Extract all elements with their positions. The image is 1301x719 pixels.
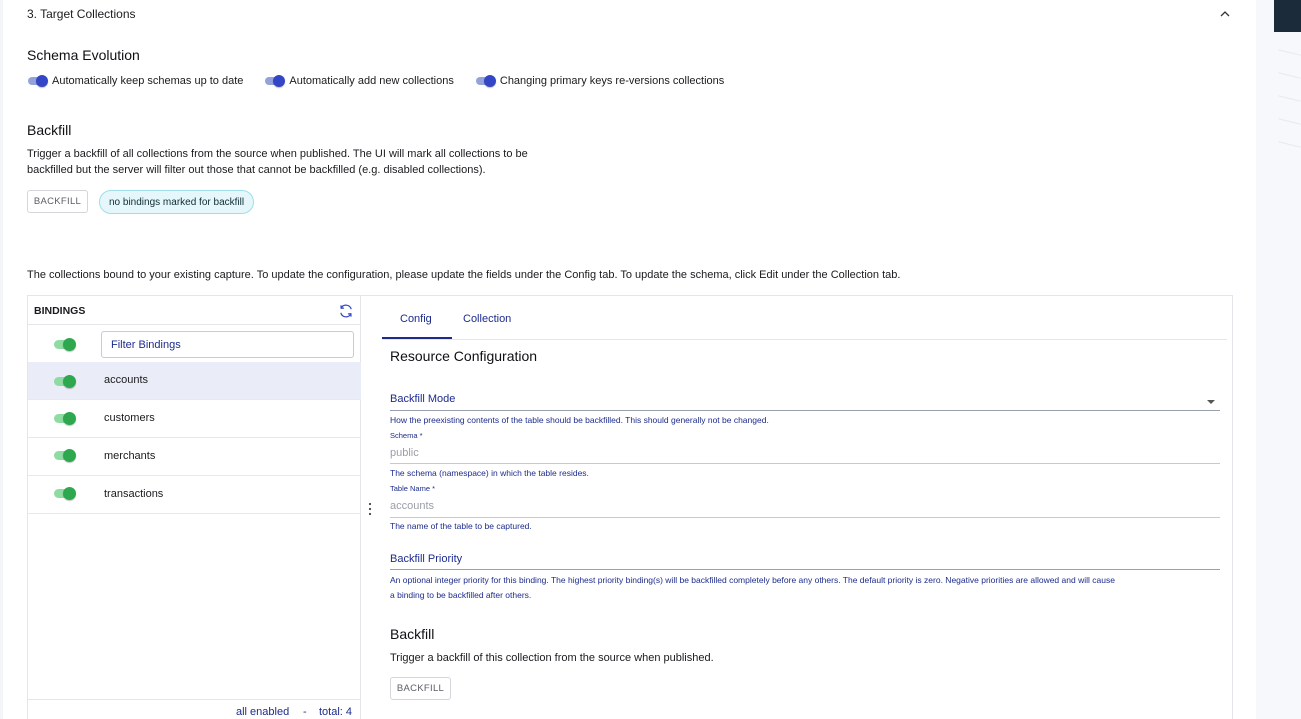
table-name-helper: The name of the table to be captured. [390,521,532,531]
toggle-all-bindings[interactable] [52,336,78,352]
schema-evolution-title: Schema Evolution [27,47,140,63]
schema-helper: The schema (namespace) in which the tabl… [390,468,589,478]
bindings-footer-separator: - [303,706,307,718]
schema-evolution-toggles: Automatically keep schemas up to date Au… [27,74,745,88]
refresh-icon[interactable] [338,303,354,319]
backfill-mode-label: Backfill Mode [390,393,456,405]
bindings-list-pane: BINDINGS accounts customers m [28,296,361,719]
binding-toggle-customers[interactable] [52,410,78,426]
binding-backfill-button[interactable]: BACKFILL [390,677,451,700]
rail-divider [1278,141,1301,148]
add-collections-toggle[interactable] [264,74,286,88]
bindings-title: BINDINGS [34,305,86,317]
resource-configuration-title: Resource Configuration [390,348,538,364]
filter-bindings-input[interactable] [101,331,354,358]
rail-divider [1278,49,1301,56]
backfill-mode-select[interactable] [390,410,1220,411]
backfill-priority-helper-line-2: a binding to be backfilled after others. [390,590,532,600]
backfill-description-line-1: Trigger a backfill of all collections fr… [27,148,528,160]
rail-divider [1278,95,1301,102]
rail-header-block [1274,0,1301,32]
binding-backfill-description: Trigger a backfill of this collection fr… [390,652,714,664]
table-name-label: Table Name * [390,484,436,493]
binding-row-accounts[interactable]: accounts [28,362,361,400]
bindings-panel: BINDINGS accounts customers m [27,295,1233,719]
chevron-up-icon[interactable] [1218,7,1232,21]
binding-backfill-title: Backfill [390,626,435,642]
backfill-description-line-2: backfilled but the server will filter ou… [27,164,486,176]
backfill-priority-helper-line-1: An optional integer priority for this bi… [390,575,1115,585]
bindings-footer-total: total: 4 [319,706,353,718]
backfill-status-chip: no bindings marked for backfill [99,190,255,214]
binding-toggle-merchants[interactable] [52,447,78,463]
add-collections-label: Automatically add new collections [289,75,454,87]
caret-down-icon[interactable] [1206,399,1216,405]
binding-toggle-transactions[interactable] [52,485,78,501]
backfill-priority-label: Backfill Priority [390,553,463,565]
tab-collection[interactable]: Collection [463,313,511,325]
right-rail [1256,0,1301,719]
bindings-footer-status: all enabled [236,706,290,718]
pane-resize-handle[interactable] [366,501,374,517]
backfill-priority-input[interactable] [390,569,1220,570]
table-name-input[interactable]: accounts [390,500,434,512]
binding-name: transactions [104,488,164,500]
backfill-priority-helper: An optional integer priority for this bi… [390,573,1115,603]
binding-name: customers [104,412,155,424]
binding-name: accounts [104,374,149,386]
backfill-description: Trigger a backfill of all collections fr… [27,146,528,178]
tab-config[interactable]: Config [400,313,432,325]
table-name-underline [390,517,1220,518]
binding-name: merchants [104,450,156,462]
backfill-all-button[interactable]: BACKFILL [27,190,88,213]
page: 3. Target Collections Schema Evolution A… [3,0,1256,719]
schema-input[interactable]: public [390,447,419,459]
schema-label: Schema * [390,431,423,440]
bindings-header: BINDINGS [28,296,361,325]
rail-divider [1278,118,1301,125]
binding-toggle-accounts[interactable] [52,373,78,389]
rail-divider [1278,72,1301,79]
backfill-title: Backfill [27,122,72,138]
schema-underline [390,463,1220,464]
keep-schemas-toggle[interactable] [27,74,49,88]
binding-row-transactions[interactable]: transactions [28,476,361,514]
backfill-mode-helper: How the preexisting contents of the tabl… [390,415,769,425]
binding-row-customers[interactable]: customers [28,400,361,438]
section-title: 3. Target Collections [27,7,136,21]
bindings-footer-divider [28,699,361,700]
primary-keys-label: Changing primary keys re-versions collec… [499,75,725,87]
tabs-divider [382,339,1227,340]
primary-keys-toggle[interactable] [475,74,497,88]
binding-row-merchants[interactable]: merchants [28,438,361,476]
bindings-intro-text: The collections bound to your existing c… [27,269,901,281]
keep-schemas-label: Automatically keep schemas up to date [52,75,244,87]
